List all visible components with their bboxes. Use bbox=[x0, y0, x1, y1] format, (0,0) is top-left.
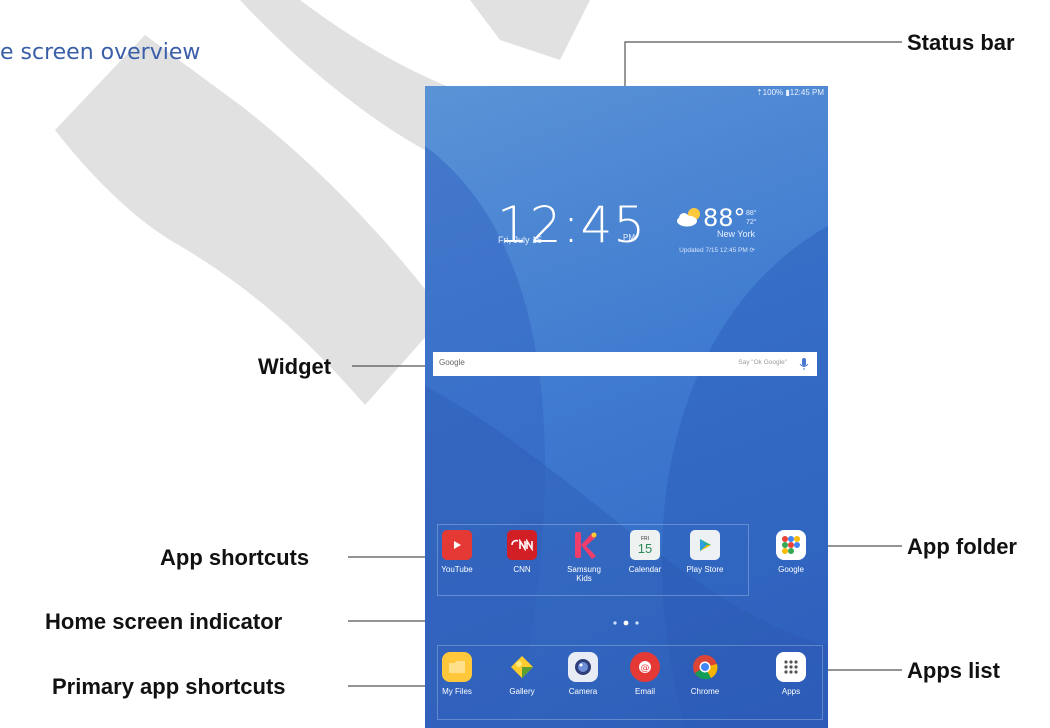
weather-updated: Updated 7/15 12:45 PM ⟳ bbox=[679, 247, 755, 254]
callout-widget: Widget bbox=[258, 354, 332, 379]
search-hint: Say "Ok Google" bbox=[738, 359, 787, 366]
camera-icon bbox=[568, 652, 598, 682]
app-label: Apps bbox=[781, 687, 801, 696]
folder-icon bbox=[442, 652, 472, 682]
app-my-files[interactable]: My Files bbox=[427, 652, 487, 696]
cnn-icon bbox=[507, 530, 537, 560]
app-camera[interactable]: Camera bbox=[553, 652, 613, 696]
apps-grid-icon bbox=[776, 652, 806, 682]
app-youtube[interactable]: YouTube bbox=[427, 530, 487, 574]
weather-city: New York bbox=[716, 229, 755, 239]
app-label: YouTube bbox=[441, 565, 473, 574]
gallery-icon bbox=[507, 652, 537, 682]
wallpaper bbox=[425, 146, 828, 728]
weather-temperature[interactable]: 88° bbox=[703, 204, 746, 232]
youtube-icon bbox=[442, 530, 472, 560]
weather-high: 88° bbox=[746, 210, 757, 217]
calendar-icon: FRI 15 bbox=[630, 530, 660, 560]
app-label: Samsung Kids bbox=[567, 565, 601, 583]
partly-cloudy-icon bbox=[677, 208, 700, 227]
tablet-home-screen: ⇡100% ▮12:45 PM 12:45 PM Fri, July 15 88… bbox=[425, 86, 828, 728]
app-cnn[interactable]: CNN bbox=[492, 530, 552, 574]
callout-apps-list: Apps list bbox=[907, 658, 1000, 683]
callout-primary-shortcuts: Primary app shortcuts bbox=[52, 674, 286, 699]
app-label: Gallery bbox=[509, 687, 535, 696]
app-gallery[interactable]: Gallery bbox=[492, 652, 552, 696]
app-label: Calendar bbox=[628, 565, 662, 574]
app-label: Camera bbox=[568, 687, 598, 696]
weather-low: 72° bbox=[746, 219, 757, 226]
status-bar-line bbox=[624, 41, 902, 92]
app-label: CNN bbox=[513, 565, 531, 574]
app-samsung-kids[interactable]: Samsung Kids bbox=[554, 530, 614, 583]
home-screen-indicator[interactable] bbox=[610, 619, 650, 627]
weather-high-low: 88° 72° bbox=[746, 209, 757, 227]
app-email[interactable]: @ Email bbox=[615, 652, 675, 696]
callout-home-indicator: Home screen indicator bbox=[45, 609, 283, 634]
app-apps-list[interactable]: Apps bbox=[761, 652, 821, 696]
callout-app-folder: App folder bbox=[907, 534, 1017, 559]
google-logo-text: Google bbox=[439, 358, 465, 367]
calendar-day: 15 bbox=[637, 540, 653, 556]
app-play-store[interactable]: Play Store bbox=[675, 530, 735, 574]
samsung-kids-icon bbox=[569, 530, 599, 560]
clock-date: Fri, July 15 bbox=[498, 235, 543, 245]
google-search-widget[interactable]: Google Say "Ok Google" bbox=[433, 352, 817, 376]
app-label: Play Store bbox=[686, 565, 724, 574]
app-chrome[interactable]: Chrome bbox=[675, 652, 735, 696]
callout-app-shortcuts: App shortcuts bbox=[160, 545, 310, 570]
chrome-icon bbox=[690, 652, 720, 682]
app-calendar[interactable]: FRI 15 Calendar bbox=[615, 530, 675, 574]
svg-text:@: @ bbox=[641, 664, 650, 674]
google-folder-icon bbox=[776, 530, 806, 560]
app-label: Email bbox=[634, 687, 655, 696]
status-bar: ⇡100% ▮12:45 PM bbox=[755, 88, 824, 97]
app-label: My Files bbox=[442, 687, 472, 696]
email-icon: @ bbox=[630, 652, 660, 682]
clock-ampm: PM bbox=[623, 233, 635, 242]
app-label: Google bbox=[778, 565, 804, 574]
clock-time[interactable]: 12:45 bbox=[497, 196, 646, 254]
microphone-icon[interactable] bbox=[799, 357, 809, 371]
app-label: Chrome bbox=[690, 687, 720, 696]
play-store-icon bbox=[690, 530, 720, 560]
callout-status-bar: Status bar bbox=[907, 30, 1015, 55]
app-folder-google[interactable]: Google bbox=[761, 530, 821, 574]
